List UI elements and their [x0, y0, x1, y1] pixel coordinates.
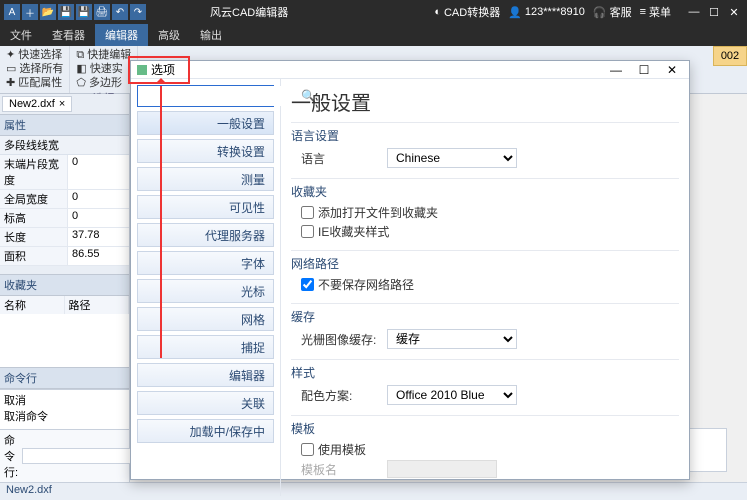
property-row: 面积86.55 [0, 247, 129, 266]
select-all-button[interactable]: ▭ 选择所有 [6, 62, 63, 76]
cache-section-title: 缓存 [291, 308, 679, 325]
window-maximize[interactable]: ☐ [705, 6, 723, 19]
language-select[interactable]: Chinese [387, 148, 517, 168]
ribbon-tabs: 文件 查看器 编辑器 高级 输出 [0, 24, 747, 46]
nav-proxy[interactable]: 代理服务器 [137, 223, 274, 247]
color-scheme-select[interactable]: Office 2010 Blue [387, 385, 517, 405]
nav-grid[interactable]: 网格 [137, 307, 274, 331]
nav-convert[interactable]: 转换设置 [137, 139, 274, 163]
fav-section-title: 收藏夹 [291, 183, 679, 200]
nav-editor[interactable]: 编辑器 [137, 363, 274, 387]
tab-output[interactable]: 输出 [190, 24, 232, 46]
quick-entity-button[interactable]: ◧ 快速实 [76, 62, 131, 76]
left-panels: New2.dxf × 属性 多段线线宽 末端片段宽度0 全局宽度0 标高0 长度… [0, 94, 130, 482]
lang-label: 语言 [301, 150, 381, 167]
search-input[interactable] [138, 86, 301, 106]
favorites-body[interactable] [0, 314, 129, 367]
match-property-button[interactable]: ✚ 匹配属性 [6, 76, 63, 90]
quick-select-button[interactable]: ✦ 快速选择 [6, 48, 63, 62]
property-row: 末端片段宽度0 [0, 155, 129, 190]
saveall-icon[interactable]: 💾 [76, 4, 92, 20]
quick-access-toolbar: A ＋ 📂 💾 💾 🖨 ↶ ↷ [0, 4, 150, 20]
nav-measure[interactable]: 测量 [137, 167, 274, 191]
favorites-panel-title: 收藏夹 [0, 274, 129, 296]
quick-edit-button[interactable]: ⧉ 快捷编辑 [76, 48, 131, 62]
dialog-titlebar: 选项 — ☐ ✕ [131, 61, 689, 79]
command-line: 命令行: [0, 429, 129, 482]
add-open-to-fav-checkbox[interactable]: 添加打开文件到收藏夹 [301, 204, 438, 221]
content-heading: 一般设置 [291, 87, 679, 116]
cache-label: 光栅图像缓存: [301, 331, 381, 348]
nav-visibility[interactable]: 可见性 [137, 195, 274, 219]
favorites-columns: 名称路径 [0, 296, 129, 314]
tpl-section-title: 模板 [291, 420, 679, 437]
new-icon[interactable]: ＋ [22, 4, 38, 20]
dialog-icon [137, 65, 147, 75]
net-section-title: 网络路径 [291, 255, 679, 272]
document-tab[interactable]: New2.dxf × [2, 96, 72, 112]
window-minimize[interactable]: — [685, 6, 703, 19]
dialog-nav: 🔍 一般设置 转换设置 测量 可见性 代理服务器 字体 光标 网格 捕捉 编辑器… [131, 79, 281, 496]
app-titlebar: A ＋ 📂 💾 💾 🖨 ↶ ↷ 风云CAD编辑器 ◐ CAD转换器 👤 123*… [0, 0, 747, 24]
redo-icon[interactable]: ↷ [130, 4, 146, 20]
nav-assoc[interactable]: 关联 [137, 391, 274, 415]
dialog-title: 选项 [151, 61, 175, 78]
command-panel-title: 命令行 [0, 367, 129, 389]
nav-cursor[interactable]: 光标 [137, 279, 274, 303]
support-link[interactable]: 🎧 客服 [593, 4, 632, 20]
template-name-field [387, 460, 497, 478]
options-dialog: 选项 — ☐ ✕ 🔍 一般设置 转换设置 测量 可见性 代理服务器 字体 光标 … [130, 60, 690, 480]
property-row: 全局宽度0 [0, 190, 129, 209]
use-template-checkbox[interactable]: 使用模板 [301, 441, 366, 458]
dialog-search: 🔍 [137, 85, 274, 107]
dialog-content: 一般设置 语言设置 语言 Chinese 收藏夹 添加打开文件到收藏夹 IE收藏… [281, 79, 689, 496]
command-log: 取消 取消命令 [0, 389, 129, 429]
overflow-badge[interactable]: 002 [713, 46, 747, 66]
save-icon[interactable]: 💾 [58, 4, 74, 20]
app-title: 风云CAD编辑器 [210, 4, 288, 20]
nav-font[interactable]: 字体 [137, 251, 274, 275]
window-close[interactable]: ✕ [725, 6, 743, 19]
tab-editor[interactable]: 编辑器 [95, 24, 148, 46]
tab-file[interactable]: 文件 [0, 24, 42, 46]
undo-icon[interactable]: ↶ [112, 4, 128, 20]
print-icon[interactable]: 🖨 [94, 4, 110, 20]
style-label: 配色方案: [301, 387, 381, 404]
dialog-maximize[interactable]: ☐ [633, 63, 655, 77]
status-file: New2.dxf [6, 484, 52, 496]
property-row: 标高0 [0, 209, 129, 228]
style-section-title: 样式 [291, 364, 679, 381]
tab-advanced[interactable]: 高级 [148, 24, 190, 46]
property-row: 长度37.78 [0, 228, 129, 247]
app-icon[interactable]: A [4, 4, 20, 20]
nav-general[interactable]: 一般设置 [137, 111, 274, 135]
polygon-button[interactable]: ⬠ 多边形 [76, 76, 131, 90]
nav-loadsave[interactable]: 加载中/保存中 [137, 419, 274, 443]
open-icon[interactable]: 📂 [40, 4, 56, 20]
cad-convert-link[interactable]: ◐ CAD转换器 [434, 4, 500, 20]
close-icon[interactable]: × [59, 98, 65, 110]
tpl-name-label: 模板名 [301, 461, 381, 478]
properties-panel-title: 属性 [0, 114, 129, 136]
ie-fav-style-checkbox[interactable]: IE收藏夹样式 [301, 223, 389, 240]
lang-section-title: 语言设置 [291, 127, 679, 144]
polyline-width-header: 多段线线宽 [0, 136, 129, 155]
menu-link[interactable]: ≡ 菜单 [640, 4, 671, 20]
cache-select[interactable]: 缓存 [387, 329, 517, 349]
user-account[interactable]: 👤 123****8910 [508, 6, 585, 19]
tab-viewer[interactable]: 查看器 [42, 24, 95, 46]
no-save-net-path-checkbox[interactable]: 不要保存网络路径 [301, 276, 414, 293]
nav-snap[interactable]: 捕捉 [137, 335, 274, 359]
dialog-minimize[interactable]: — [605, 63, 627, 77]
dialog-close[interactable]: ✕ [661, 63, 683, 77]
